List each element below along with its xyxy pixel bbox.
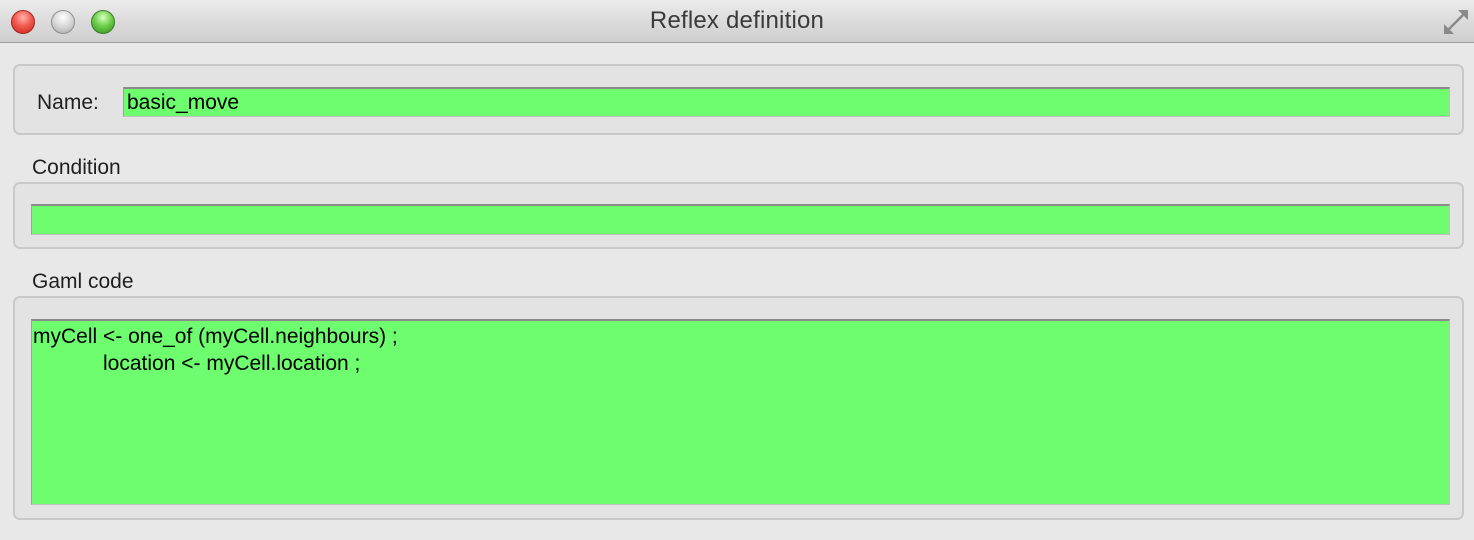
name-label: Name: [37, 91, 99, 114]
gaml-code-label: Gaml code [32, 270, 134, 293]
window-title: Reflex definition [649, 7, 825, 34]
name-input[interactable]: basic_move [123, 87, 1450, 117]
condition-group [13, 182, 1464, 249]
fullscreen-arrows-icon[interactable] [1442, 8, 1470, 36]
reflex-definition-window: Reflex definition Name: basic_move Condi… [0, 0, 1474, 540]
name-group: Name: basic_move [13, 64, 1464, 135]
code-line: location <- myCell.location ; [33, 352, 361, 375]
title-bar[interactable]: Reflex definition [0, 0, 1474, 43]
condition-input[interactable] [31, 204, 1450, 235]
gaml-code-editor[interactable]: myCell <- one_of (myCell.neighbours) ; l… [31, 319, 1450, 505]
condition-label: Condition [32, 156, 121, 179]
code-line: myCell <- one_of (myCell.neighbours) ; [33, 325, 398, 348]
gaml-code-group: myCell <- one_of (myCell.neighbours) ; l… [13, 296, 1464, 520]
